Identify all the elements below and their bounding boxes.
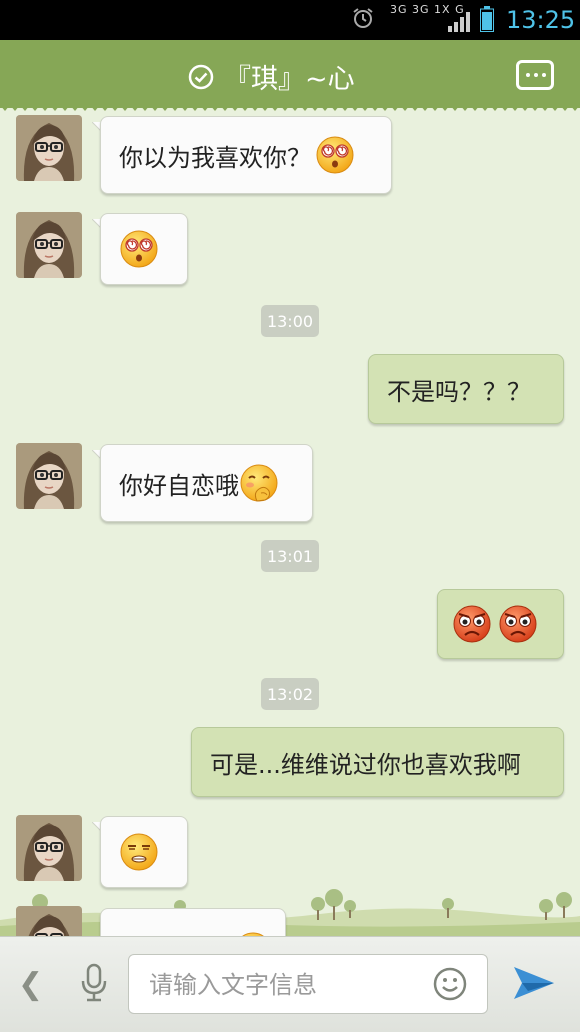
message-bubble-incoming[interactable] bbox=[100, 213, 188, 285]
message-bubble-incoming[interactable]: 你以为我喜欢你？ bbox=[100, 116, 392, 194]
back-chevron-icon[interactable]: ❮ bbox=[18, 967, 43, 1002]
angry-emoji-icon bbox=[498, 604, 538, 644]
contact-avatar[interactable] bbox=[16, 815, 82, 881]
message-text: 不是吗？？？ bbox=[387, 377, 531, 406]
timestamp: 13:00 bbox=[261, 305, 319, 337]
message-bubble-outgoing[interactable]: 不是吗？？？ bbox=[368, 354, 564, 424]
message-text: 可是...维维说过你也喜欢我啊 bbox=[210, 750, 521, 779]
message-bubble-incoming[interactable] bbox=[100, 908, 286, 936]
send-icon[interactable] bbox=[512, 963, 556, 1003]
message-bubble-incoming[interactable] bbox=[100, 816, 188, 888]
alarm-icon bbox=[353, 8, 373, 28]
status-bar: 3G 3G 1X G 13:25 bbox=[0, 0, 580, 40]
contact-name: 『琪』~心 bbox=[224, 64, 355, 95]
contact-avatar[interactable] bbox=[16, 115, 82, 181]
contact-avatar[interactable] bbox=[16, 906, 82, 936]
message-bubble-outgoing[interactable]: 可是...维维说过你也喜欢我啊 bbox=[191, 727, 564, 797]
smiley-icon[interactable] bbox=[433, 967, 467, 1001]
dizzy-emoji-icon bbox=[119, 229, 159, 269]
message-bubble-incoming[interactable]: 你好自恋哦 bbox=[100, 444, 313, 522]
microphone-icon[interactable] bbox=[78, 963, 110, 1003]
shy-emoji-icon bbox=[239, 463, 279, 503]
contact-avatar[interactable] bbox=[16, 443, 82, 509]
message-input[interactable] bbox=[147, 965, 411, 1005]
check-circle-icon[interactable] bbox=[188, 64, 214, 90]
signal-icon bbox=[448, 12, 470, 32]
message-text: 你好自恋哦 bbox=[119, 471, 239, 500]
message-input-bar: ❮ bbox=[0, 936, 580, 1032]
dizzy-emoji-icon bbox=[315, 135, 355, 175]
clock-time: 13:25 bbox=[506, 6, 576, 34]
message-text: 你以为我喜欢你？ bbox=[119, 143, 311, 172]
battery-icon bbox=[480, 6, 494, 32]
background-scenery bbox=[0, 889, 580, 936]
message-bubble-outgoing[interactable] bbox=[437, 589, 564, 659]
timestamp: 13:01 bbox=[261, 540, 319, 572]
contact-avatar[interactable] bbox=[16, 212, 82, 278]
timestamp: 13:02 bbox=[261, 678, 319, 710]
chat-area[interactable]: 你以为我喜欢你？ 13:00 不是吗？？？ 你好自恋哦 13:01 13:02 … bbox=[0, 108, 580, 936]
chat-header: 『琪』~心 bbox=[0, 40, 580, 111]
more-menu-icon[interactable] bbox=[516, 60, 554, 90]
message-input-container bbox=[128, 954, 488, 1014]
angry-emoji-icon bbox=[452, 604, 492, 644]
embarrassed-emoji-icon bbox=[119, 832, 159, 872]
